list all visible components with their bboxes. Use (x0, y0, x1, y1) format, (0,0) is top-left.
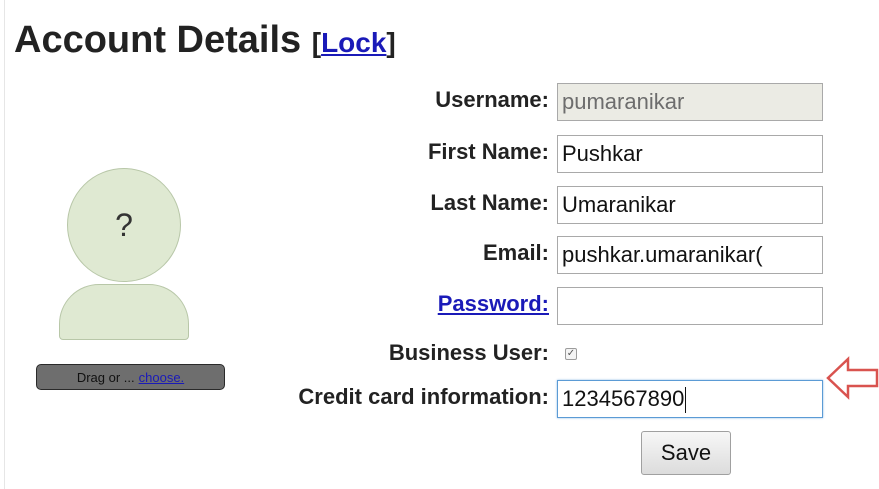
last-name-label: Last Name: (430, 190, 549, 215)
username-row: Username: pumaranikar (150, 83, 830, 121)
business-user-checkbox[interactable]: ✓ (565, 348, 577, 360)
bracket-close: ] (386, 27, 396, 58)
email-field[interactable]: pushkar.umaranikar( (557, 236, 823, 274)
email-row: Email: pushkar.umaranikar( (150, 236, 830, 274)
credit-card-field[interactable]: 1234567890 (557, 380, 823, 418)
lock-link[interactable]: Lock (321, 27, 386, 58)
credit-card-row: Credit card information: 1234567890 (150, 380, 830, 418)
left-arrow-outline-icon (826, 356, 879, 400)
drop-zone-text: Drag or ... (76, 369, 135, 385)
page-title: Account Details [Lock] (14, 18, 396, 65)
username-field: pumaranikar (557, 83, 823, 121)
password-field[interactable] (557, 287, 823, 325)
first-name-row: First Name: Pushkar (150, 135, 830, 173)
question-mark-icon: ? (115, 206, 133, 243)
username-label: Username: (435, 87, 549, 112)
password-row: Password: (150, 287, 830, 325)
page-title-text: Account Details (14, 19, 302, 61)
last-name-field[interactable]: Umaranikar (557, 186, 823, 224)
password-link[interactable]: Password: (438, 291, 549, 316)
first-name-label: First Name: (427, 139, 549, 164)
account-details-page: Account Details [Lock] ? Drag or ... cho… (0, 0, 879, 489)
business-user-row: Business User: ✓ (150, 336, 830, 374)
credit-card-value: 1234567890 (562, 386, 685, 411)
text-caret (685, 387, 687, 414)
email-label: Email: (482, 240, 549, 265)
save-button[interactable]: Save (641, 431, 731, 475)
first-name-field[interactable]: Pushkar (557, 135, 823, 173)
last-name-row: Last Name: Umaranikar (150, 186, 830, 224)
password-label: Password: (438, 287, 549, 325)
bracket-open: [ (311, 27, 322, 58)
business-user-label: Business User: (388, 340, 549, 365)
page-divider (4, 0, 5, 489)
credit-card-label: Credit card information: (298, 384, 549, 409)
checkmark-icon: ✓ (566, 348, 576, 359)
